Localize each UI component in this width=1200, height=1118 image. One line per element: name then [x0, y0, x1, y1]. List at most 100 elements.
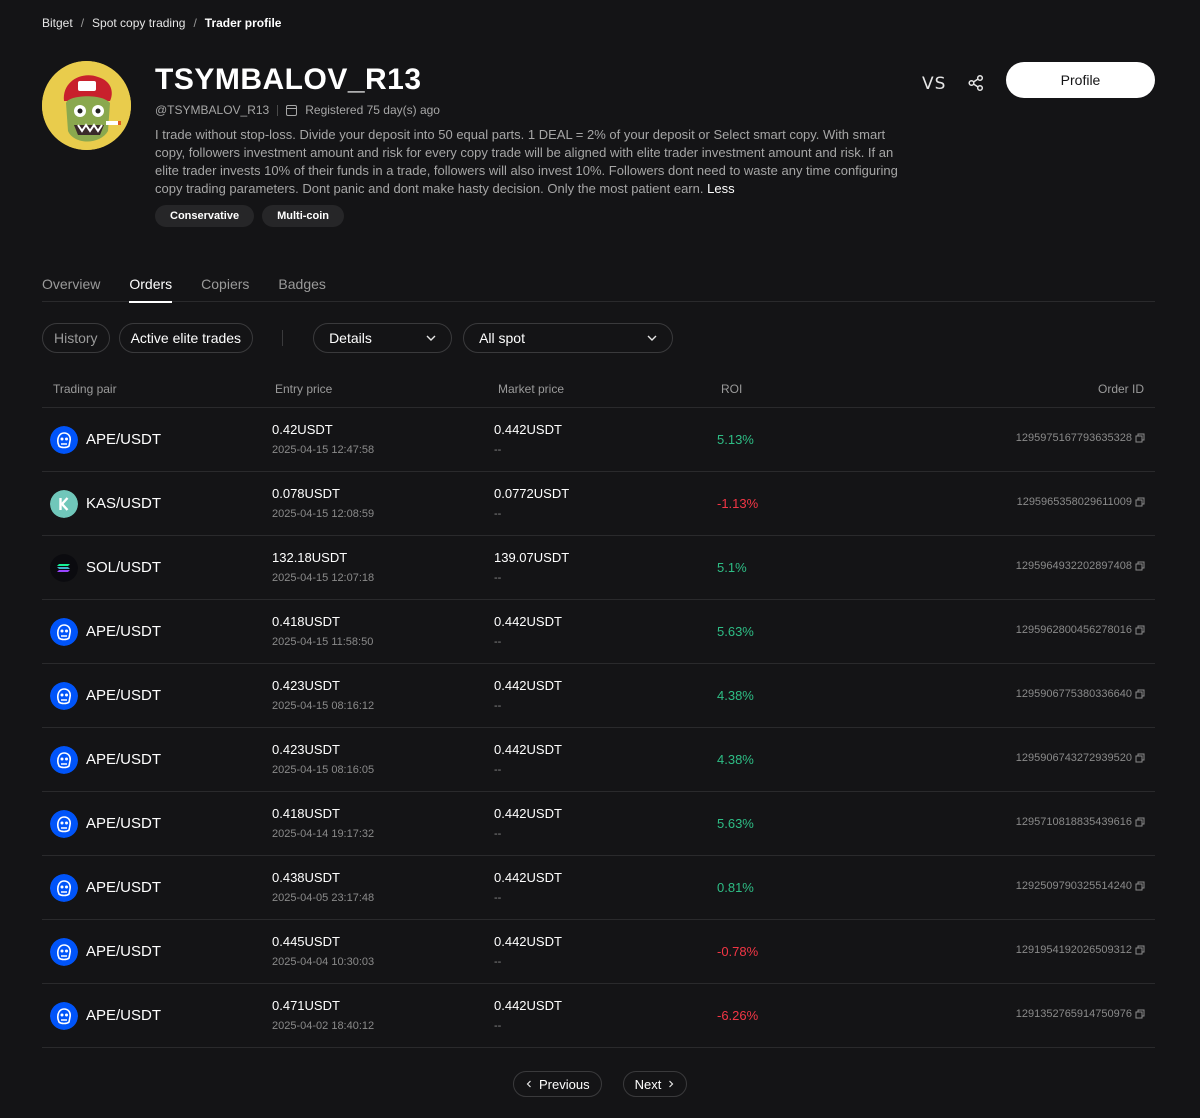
table-row[interactable]: KAS/USDT 0.078USDT 2025-04-15 12:08:59 0.07…: [42, 472, 1155, 536]
order-id: 1295710818835439616: [1016, 816, 1145, 828]
trader-subline: @TSYMBALOV_R13 Registered 75 day(s) ago: [155, 103, 440, 117]
history-button[interactable]: History: [42, 323, 110, 353]
next-label: Next: [634, 1076, 662, 1092]
table-row[interactable]: APE/USDT 0.423USDT 2025-04-15 08:16:05 0.44…: [42, 728, 1155, 792]
order-id-text: 1295964932202897408: [1015, 560, 1132, 572]
tag-multi-coin: Multi-coin: [262, 205, 345, 227]
tab-overview[interactable]: Overview: [42, 270, 100, 302]
tab-badges[interactable]: Badges: [278, 270, 325, 302]
copy-icon[interactable]: [1135, 753, 1145, 763]
tab-bar: Overview Orders Copiers Badges: [42, 270, 1155, 303]
table-row[interactable]: APE/USDT 0.423USDT 2025-04-15 08:16:12 0.44…: [42, 664, 1155, 728]
entry-price: 0.438USDT: [272, 870, 340, 885]
trading-pair: SOL/USDT: [86, 559, 162, 576]
market-price-sub: --: [494, 892, 502, 904]
share-icon[interactable]: [967, 74, 985, 92]
details-dropdown-label: Details: [329, 330, 372, 346]
column-entry-price: Entry price: [275, 382, 333, 396]
copy-icon[interactable]: [1135, 689, 1145, 699]
trader-name: TSYMBALOV_R13: [155, 63, 422, 96]
trader-handle: @TSYMBALOV_R13: [155, 103, 270, 117]
copy-icon[interactable]: [1135, 561, 1145, 571]
market-price-sub: --: [494, 1020, 502, 1032]
trading-pair: APE/USDT: [86, 751, 162, 768]
tag-conservative: Conservative: [155, 205, 255, 227]
table-row[interactable]: APE/USDT 0.445USDT 2025-04-04 10:30:03 0.44…: [42, 920, 1155, 984]
order-id-text: 1295710818835439616: [1015, 816, 1132, 828]
market-price: 0.442USDT: [494, 934, 562, 949]
tab-copiers[interactable]: Copiers: [201, 270, 249, 302]
entry-time: 2025-04-15 08:16:05: [272, 764, 375, 776]
avatar: [42, 61, 131, 150]
trading-pair: APE/USDT: [86, 815, 162, 832]
order-id: 1295965358029611009: [1017, 496, 1145, 508]
table-row[interactable]: APE/USDT 0.471USDT 2025-04-02 18:40:12 0.44…: [42, 984, 1155, 1048]
calendar-icon: [286, 104, 298, 116]
order-id: 1295962800456278016: [1016, 624, 1145, 636]
entry-price: 0.423USDT: [272, 742, 340, 757]
breadcrumb: Bitget / Spot copy trading / Trader prof…: [42, 16, 281, 30]
copy-icon[interactable]: [1135, 433, 1145, 443]
market-price-sub: --: [494, 508, 502, 520]
entry-time: 2025-04-05 23:17:48: [272, 892, 375, 904]
table-row[interactable]: SOL/USDT 132.18USDT 2025-04-15 12:07:18 139…: [42, 536, 1155, 600]
bio-text: I trade without stop-loss. Divide your d…: [155, 127, 898, 196]
market-price: 0.442USDT: [494, 806, 562, 821]
ape-coin-icon: [50, 682, 78, 710]
copy-icon[interactable]: [1135, 497, 1145, 507]
chevron-right-icon: [669, 1080, 674, 1088]
entry-price: 0.445USDT: [272, 934, 340, 949]
table-row[interactable]: APE/USDT 0.42USDT 2025-04-15 12:47:58 0.442…: [42, 408, 1155, 472]
breadcrumb-spot-copy-trading[interactable]: Spot copy trading: [92, 16, 185, 30]
roi-value: -0.78%: [717, 944, 759, 959]
order-id: 1295964932202897408: [1016, 560, 1145, 572]
market-price: 0.442USDT: [494, 678, 562, 693]
next-button[interactable]: Next: [622, 1071, 688, 1097]
order-id-text: 1292509790325514240: [1015, 880, 1132, 892]
profile-button[interactable]: Profile: [1006, 62, 1155, 98]
entry-time: 2025-04-02 18:40:12: [272, 1020, 375, 1032]
spot-dropdown[interactable]: All spot: [463, 323, 674, 353]
copy-icon[interactable]: [1135, 1009, 1145, 1019]
table-row[interactable]: APE/USDT 0.418USDT 2025-04-14 19:17:32 0.44…: [42, 792, 1155, 856]
entry-time: 2025-04-15 12:08:59: [272, 508, 375, 520]
tab-orders[interactable]: Orders: [129, 270, 172, 303]
order-id-text: 1295975167793635328: [1015, 432, 1132, 444]
order-id-text: 1291954192026509312: [1015, 944, 1132, 956]
roi-value: 5.63%: [717, 816, 754, 831]
table-row[interactable]: APE/USDT 0.438USDT 2025-04-05 23:17:48 0.44…: [42, 856, 1155, 920]
roi-value: 0.81%: [717, 880, 754, 895]
orders-table-body: APE/USDT 0.42USDT 2025-04-15 12:47:58 0.442…: [42, 408, 1155, 1048]
market-price: 0.0772USDT: [494, 486, 570, 501]
less-link[interactable]: Less: [707, 181, 734, 196]
column-roi: ROI: [721, 382, 743, 396]
order-id-text: 1295906743272939520: [1015, 752, 1132, 764]
column-trading-pair: Trading pair: [53, 382, 117, 396]
ape-coin-icon: [50, 810, 78, 838]
entry-price: 0.42USDT: [272, 422, 333, 437]
vs-compare-button[interactable]: VS: [922, 74, 946, 94]
kas-coin-icon: [50, 490, 78, 518]
copy-icon[interactable]: [1135, 881, 1145, 891]
previous-button[interactable]: Previous: [513, 1071, 602, 1097]
copy-icon[interactable]: [1135, 945, 1145, 955]
roi-value: 5.1%: [717, 560, 747, 575]
trading-pair: APE/USDT: [86, 687, 162, 704]
copy-icon[interactable]: [1135, 625, 1145, 635]
copy-icon[interactable]: [1135, 817, 1145, 827]
entry-price: 0.471USDT: [272, 998, 340, 1013]
roi-value: -1.13%: [717, 496, 759, 511]
order-id: 1295906775380336640: [1016, 688, 1145, 700]
trading-pair: APE/USDT: [86, 879, 162, 896]
details-dropdown[interactable]: Details: [313, 323, 453, 353]
market-price-sub: --: [494, 444, 502, 456]
column-market-price: Market price: [498, 382, 565, 396]
breadcrumb-bitget[interactable]: Bitget: [42, 16, 73, 30]
trading-pair: KAS/USDT: [86, 495, 162, 512]
entry-time: 2025-04-15 12:47:58: [272, 444, 375, 456]
active-elite-trades-button[interactable]: Active elite trades: [118, 323, 254, 353]
table-row[interactable]: APE/USDT 0.418USDT 2025-04-15 11:58:50 0.44…: [42, 600, 1155, 664]
orders-table-header: Trading pair Entry price Market price RO…: [42, 372, 1155, 408]
market-price-sub: --: [494, 572, 502, 584]
filter-bar: History Active elite trades Details All …: [42, 323, 674, 353]
